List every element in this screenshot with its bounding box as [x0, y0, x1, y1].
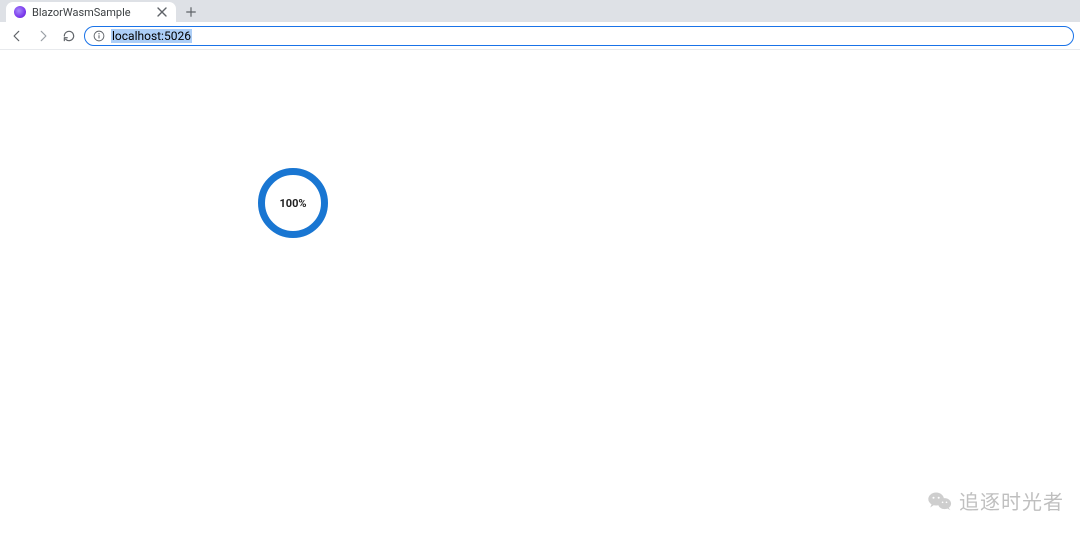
- forward-button[interactable]: [32, 25, 54, 47]
- back-button[interactable]: [6, 25, 28, 47]
- reload-button[interactable]: [58, 25, 80, 47]
- wechat-icon: [927, 490, 953, 512]
- tab-title: BlazorWasmSample: [32, 6, 150, 19]
- loading-percent: 100%: [279, 197, 306, 210]
- page-content: 100% 追逐时光者: [0, 50, 1080, 533]
- blazor-favicon-icon: [14, 6, 26, 18]
- loading-indicator: 100%: [258, 168, 328, 238]
- site-info-icon[interactable]: [93, 30, 105, 42]
- browser-toolbar: localhost:5026: [0, 22, 1080, 50]
- address-bar[interactable]: localhost:5026: [84, 26, 1074, 46]
- close-tab-icon[interactable]: [156, 6, 168, 18]
- watermark-text: 追逐时光者: [959, 486, 1064, 515]
- watermark: 追逐时光者: [927, 486, 1064, 515]
- browser-chrome: BlazorWasmSample localhost:5026: [0, 0, 1080, 50]
- tab-bar: BlazorWasmSample: [0, 0, 1080, 22]
- browser-tab[interactable]: BlazorWasmSample: [6, 2, 176, 22]
- url-text[interactable]: localhost:5026: [111, 29, 1065, 43]
- new-tab-button[interactable]: [180, 2, 202, 22]
